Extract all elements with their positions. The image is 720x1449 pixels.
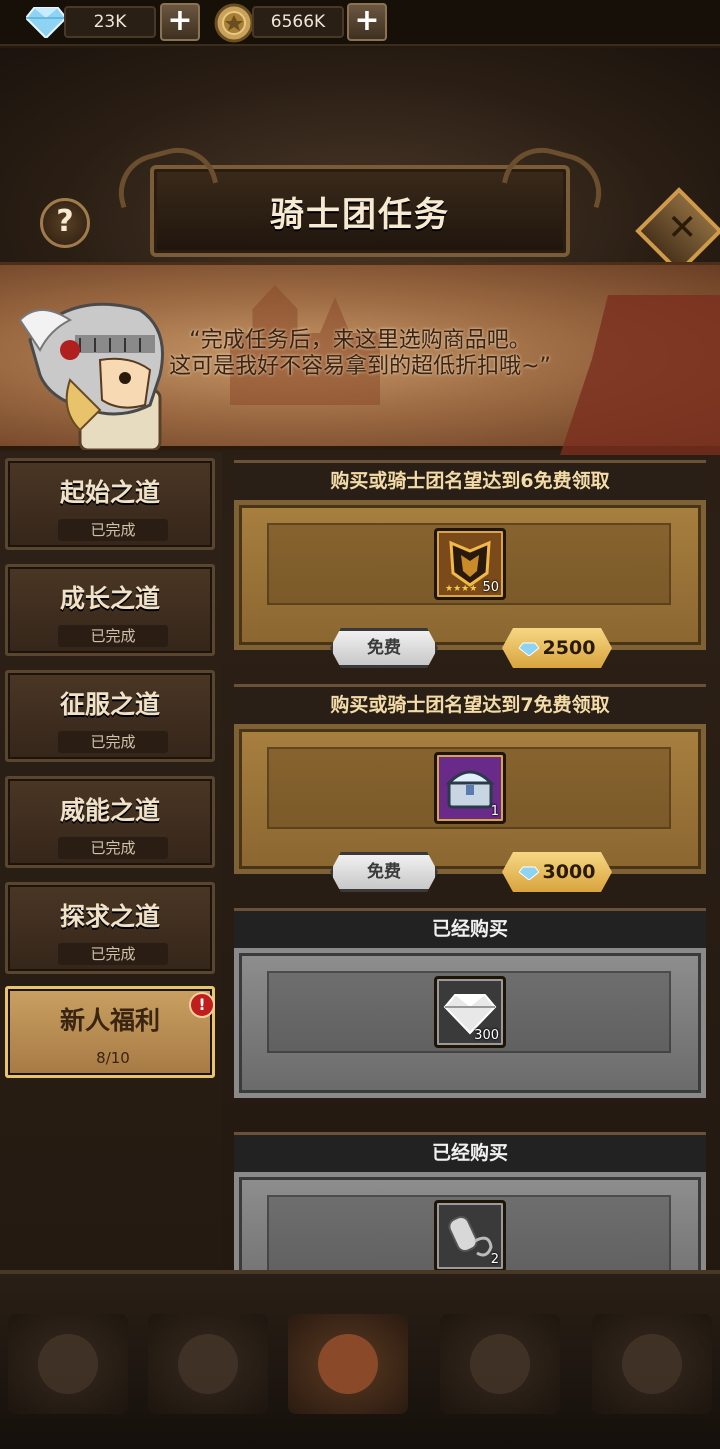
scroll-icon: 2 <box>434 1200 506 1272</box>
offer-header: 购买或骑士团名望达到7免费领取 <box>234 684 706 724</box>
coin-count: 6566K <box>252 6 344 38</box>
nav-item-start[interactable]: 起始之道 已完成 <box>5 458 215 550</box>
item-count: 300 <box>474 1028 499 1043</box>
nav-item-growth[interactable]: 成长之道 已完成 <box>5 564 215 656</box>
add-gems-button[interactable]: + <box>160 3 200 41</box>
tab-3[interactable] <box>288 1314 408 1414</box>
nav-item-status: 已完成 <box>58 837 168 859</box>
offer-card: 购买或骑士团名望达到6免费领取 ★★★★ 50 免费 2500 <box>230 460 710 668</box>
offer-header: 已经购买 <box>234 908 706 948</box>
tab-icon <box>178 1334 238 1394</box>
title-banner: 骑士团任务 <box>150 165 570 257</box>
speech-line-2: 这可是我好不容易拿到的超低折扣哦~” <box>169 354 551 379</box>
coin-icon <box>214 3 254 43</box>
svg-text:★★★★: ★★★★ <box>445 584 477 594</box>
chest-icon[interactable]: 1 <box>434 752 506 824</box>
free-claim-button[interactable]: 免费 <box>330 628 438 668</box>
price-label: 3000 <box>542 861 596 883</box>
tab-icon <box>38 1334 98 1394</box>
speech-line-1: “完成任务后，来这里选购商品吧。 <box>189 328 531 353</box>
nav-item-status: 已完成 <box>58 519 168 541</box>
nav-item-conquest[interactable]: 征服之道 已完成 <box>5 670 215 762</box>
offer-card: 购买或骑士团名望达到7免费领取 1 免费 3000 <box>230 684 710 892</box>
diamond-icon: 300 <box>434 976 506 1048</box>
item-count: 1 <box>490 804 499 819</box>
page-title: 骑士团任务 <box>270 195 450 235</box>
tab-icon <box>622 1334 682 1394</box>
bottom-tab-bar <box>0 1270 720 1449</box>
nav-item-quest[interactable]: 探求之道 已完成 <box>5 882 215 974</box>
nav-item-newbie-welfare[interactable]: 新人福利 8/10 ! <box>5 986 215 1078</box>
offer-card-purchased: 已经购买 300 <box>230 908 710 1108</box>
help-button[interactable]: ? <box>40 198 90 248</box>
price-label: 2500 <box>542 637 596 659</box>
buy-button[interactable]: 3000 <box>502 852 612 892</box>
nav-item-power[interactable]: 威能之道 已完成 <box>5 776 215 868</box>
tab-2[interactable] <box>148 1314 268 1414</box>
nav-item-status: 已完成 <box>58 625 168 647</box>
nav-item-label: 威能之道 <box>59 796 160 825</box>
currency-bar: 23K + 6566K + <box>0 0 720 46</box>
tab-4[interactable] <box>440 1314 560 1414</box>
tab-icon <box>470 1334 530 1394</box>
nav-item-label: 起始之道 <box>59 478 160 507</box>
buy-button[interactable]: 2500 <box>502 628 612 668</box>
nav-item-label: 成长之道 <box>59 584 160 613</box>
npc-speech: “完成任务后，来这里选购商品吧。 这可是我好不容易拿到的超低折扣哦~” <box>120 328 600 380</box>
alert-badge-icon: ! <box>189 992 215 1018</box>
close-icon: ✕ <box>667 207 698 249</box>
tab-icon <box>318 1334 378 1394</box>
quest-category-sidebar: 起始之道 已完成 成长之道 已完成 征服之道 已完成 威能之道 已完成 探求之道… <box>0 452 222 1282</box>
nav-item-progress: 8/10 <box>96 1049 130 1067</box>
nav-item-label: 新人福利 <box>59 1006 160 1035</box>
nav-item-status: 已完成 <box>58 731 168 753</box>
item-count: 2 <box>490 1252 499 1267</box>
tab-5[interactable] <box>592 1314 712 1414</box>
item-count: 50 <box>482 580 499 595</box>
gem-icon <box>518 866 539 880</box>
free-claim-button[interactable]: 免费 <box>330 852 438 892</box>
add-coins-button[interactable]: + <box>347 3 387 41</box>
nav-item-label: 探求之道 <box>59 902 160 931</box>
gem-count: 23K <box>64 6 156 38</box>
crest-icon[interactable]: ★★★★ 50 <box>434 528 506 600</box>
nav-item-label: 征服之道 <box>59 690 160 719</box>
gem-icon <box>24 6 68 40</box>
nav-item-status: 已完成 <box>58 943 168 965</box>
tab-1[interactable] <box>8 1314 128 1414</box>
gem-icon <box>518 642 539 656</box>
offer-header: 已经购买 <box>234 1132 706 1172</box>
offer-header: 购买或骑士团名望达到6免费领取 <box>234 460 706 500</box>
